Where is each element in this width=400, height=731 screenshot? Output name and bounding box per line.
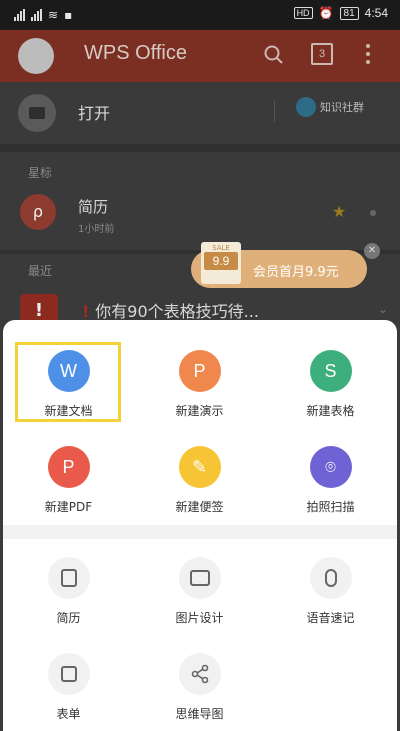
avatar[interactable] — [18, 38, 54, 74]
voice-note-icon — [309, 557, 352, 599]
star-icon[interactable]: ★ — [332, 202, 346, 221]
wifi-icon: ≋ — [48, 8, 59, 22]
open-label: 打开 — [78, 104, 111, 123]
voice-note-button[interactable]: 语音速记 — [265, 557, 396, 626]
new-sheet-button[interactable]: S 新建表格 — [265, 350, 396, 419]
scan-icon: ⌾ — [309, 446, 352, 488]
form-label: 表单 — [56, 707, 81, 721]
status-left: ≋ ▪ — [14, 8, 72, 22]
starred-label: 星标 — [28, 166, 53, 180]
file-name: 简历 — [78, 198, 109, 216]
image-design-label: 图片设计 — [175, 611, 224, 625]
form-button[interactable]: 表单 — [3, 653, 134, 722]
new-pdf-label: 新建PDF — [44, 500, 93, 514]
starred-item[interactable]: ρ 简历 1小时前 ★ — [0, 186, 400, 248]
new-note-button[interactable]: ✎ 新建便签 — [134, 446, 265, 515]
row-more-icon[interactable] — [370, 210, 376, 216]
image-design-icon — [178, 557, 221, 599]
open-row[interactable]: 打开 知识社群 — [0, 82, 400, 144]
app-header: WPS Office 3 — [0, 30, 400, 82]
status-bar: ≋ ▪ HD ⏰ 81 4:54 — [0, 0, 400, 30]
pdf-icon: P — [47, 446, 90, 488]
status-right: HD ⏰ 81 4:54 — [293, 6, 388, 20]
app-title: WPS Office — [84, 42, 187, 64]
tip-mark: ! — [82, 302, 90, 321]
notification-icon: ▪ — [64, 8, 73, 22]
signal-icon — [14, 9, 25, 21]
new-note-label: 新建便签 — [175, 500, 224, 514]
community-icon — [296, 97, 316, 117]
recent-item-text: ! 你有90个表格技巧待... — [82, 298, 259, 322]
hd-badge: HD — [293, 7, 313, 19]
new-pdf-button[interactable]: P 新建PDF — [3, 446, 134, 515]
recent-item-title: 你有90个表格技巧待... — [95, 302, 259, 321]
mind-map-icon — [178, 653, 221, 695]
create-sheet: W 新建文档 P 新建演示 S 新建表格 P 新建PDF ✎ 新建便签 ⌾ 拍照… — [3, 320, 397, 731]
alarm-icon: ⏰ — [318, 6, 334, 20]
search-icon[interactable] — [262, 43, 286, 67]
scan-label: 拍照扫描 — [306, 500, 355, 514]
new-sheet-label: 新建表格 — [306, 404, 355, 418]
tools-row-1: 简历 图片设计 语音速记 — [3, 557, 397, 626]
chevron-down-icon[interactable]: ⌄ — [378, 302, 388, 316]
resume-template-button[interactable]: 简历 — [3, 557, 134, 626]
mind-map-button[interactable]: 思维导图 — [134, 653, 265, 722]
pdf-file-icon: ρ — [20, 194, 56, 230]
folder-icon — [18, 94, 56, 132]
spreadsheet-icon: S — [309, 350, 352, 392]
image-design-button[interactable]: 图片设计 — [134, 557, 265, 626]
status-time: 4:54 — [364, 6, 388, 20]
new-presentation-button[interactable]: P 新建演示 — [134, 350, 265, 419]
form-icon — [47, 653, 90, 695]
create-row-2: P 新建PDF ✎ 新建便签 ⌾ 拍照扫描 — [3, 446, 397, 515]
promo-price: 9.9 — [204, 252, 238, 270]
tabs-icon[interactable]: 3 — [311, 43, 333, 65]
resume-icon — [47, 557, 90, 599]
community-button[interactable]: 知识社群 — [296, 97, 364, 117]
tools-row-2: 表单 思维导图 — [3, 653, 397, 722]
battery-indicator: 81 — [339, 6, 359, 20]
community-label: 知识社群 — [320, 101, 364, 114]
selection-highlight — [15, 342, 121, 422]
promo-tag-small: SALE — [212, 244, 230, 252]
scan-button[interactable]: ⌾ 拍照扫描 — [265, 446, 396, 515]
new-presentation-label: 新建演示 — [175, 404, 224, 418]
close-icon[interactable]: ✕ — [364, 243, 380, 259]
voice-note-label: 语音速记 — [306, 611, 355, 625]
section-gap — [0, 144, 400, 152]
member-promo[interactable]: SALE 9.9 会员首月9.9元 — [191, 242, 367, 288]
signal-icon-2 — [31, 9, 42, 21]
price-tag-icon: SALE 9.9 — [201, 242, 241, 284]
note-icon: ✎ — [178, 446, 221, 488]
recent-label: 最近 — [28, 264, 53, 278]
resume-label: 简历 — [56, 611, 81, 625]
file-time: 1小时前 — [78, 224, 115, 235]
more-vert-icon[interactable] — [364, 42, 372, 68]
presentation-icon: P — [178, 350, 221, 392]
sheet-divider — [3, 525, 397, 539]
promo-text: 会员首月9.9元 — [253, 265, 339, 280]
divider — [274, 100, 275, 122]
mind-map-label: 思维导图 — [175, 707, 224, 721]
